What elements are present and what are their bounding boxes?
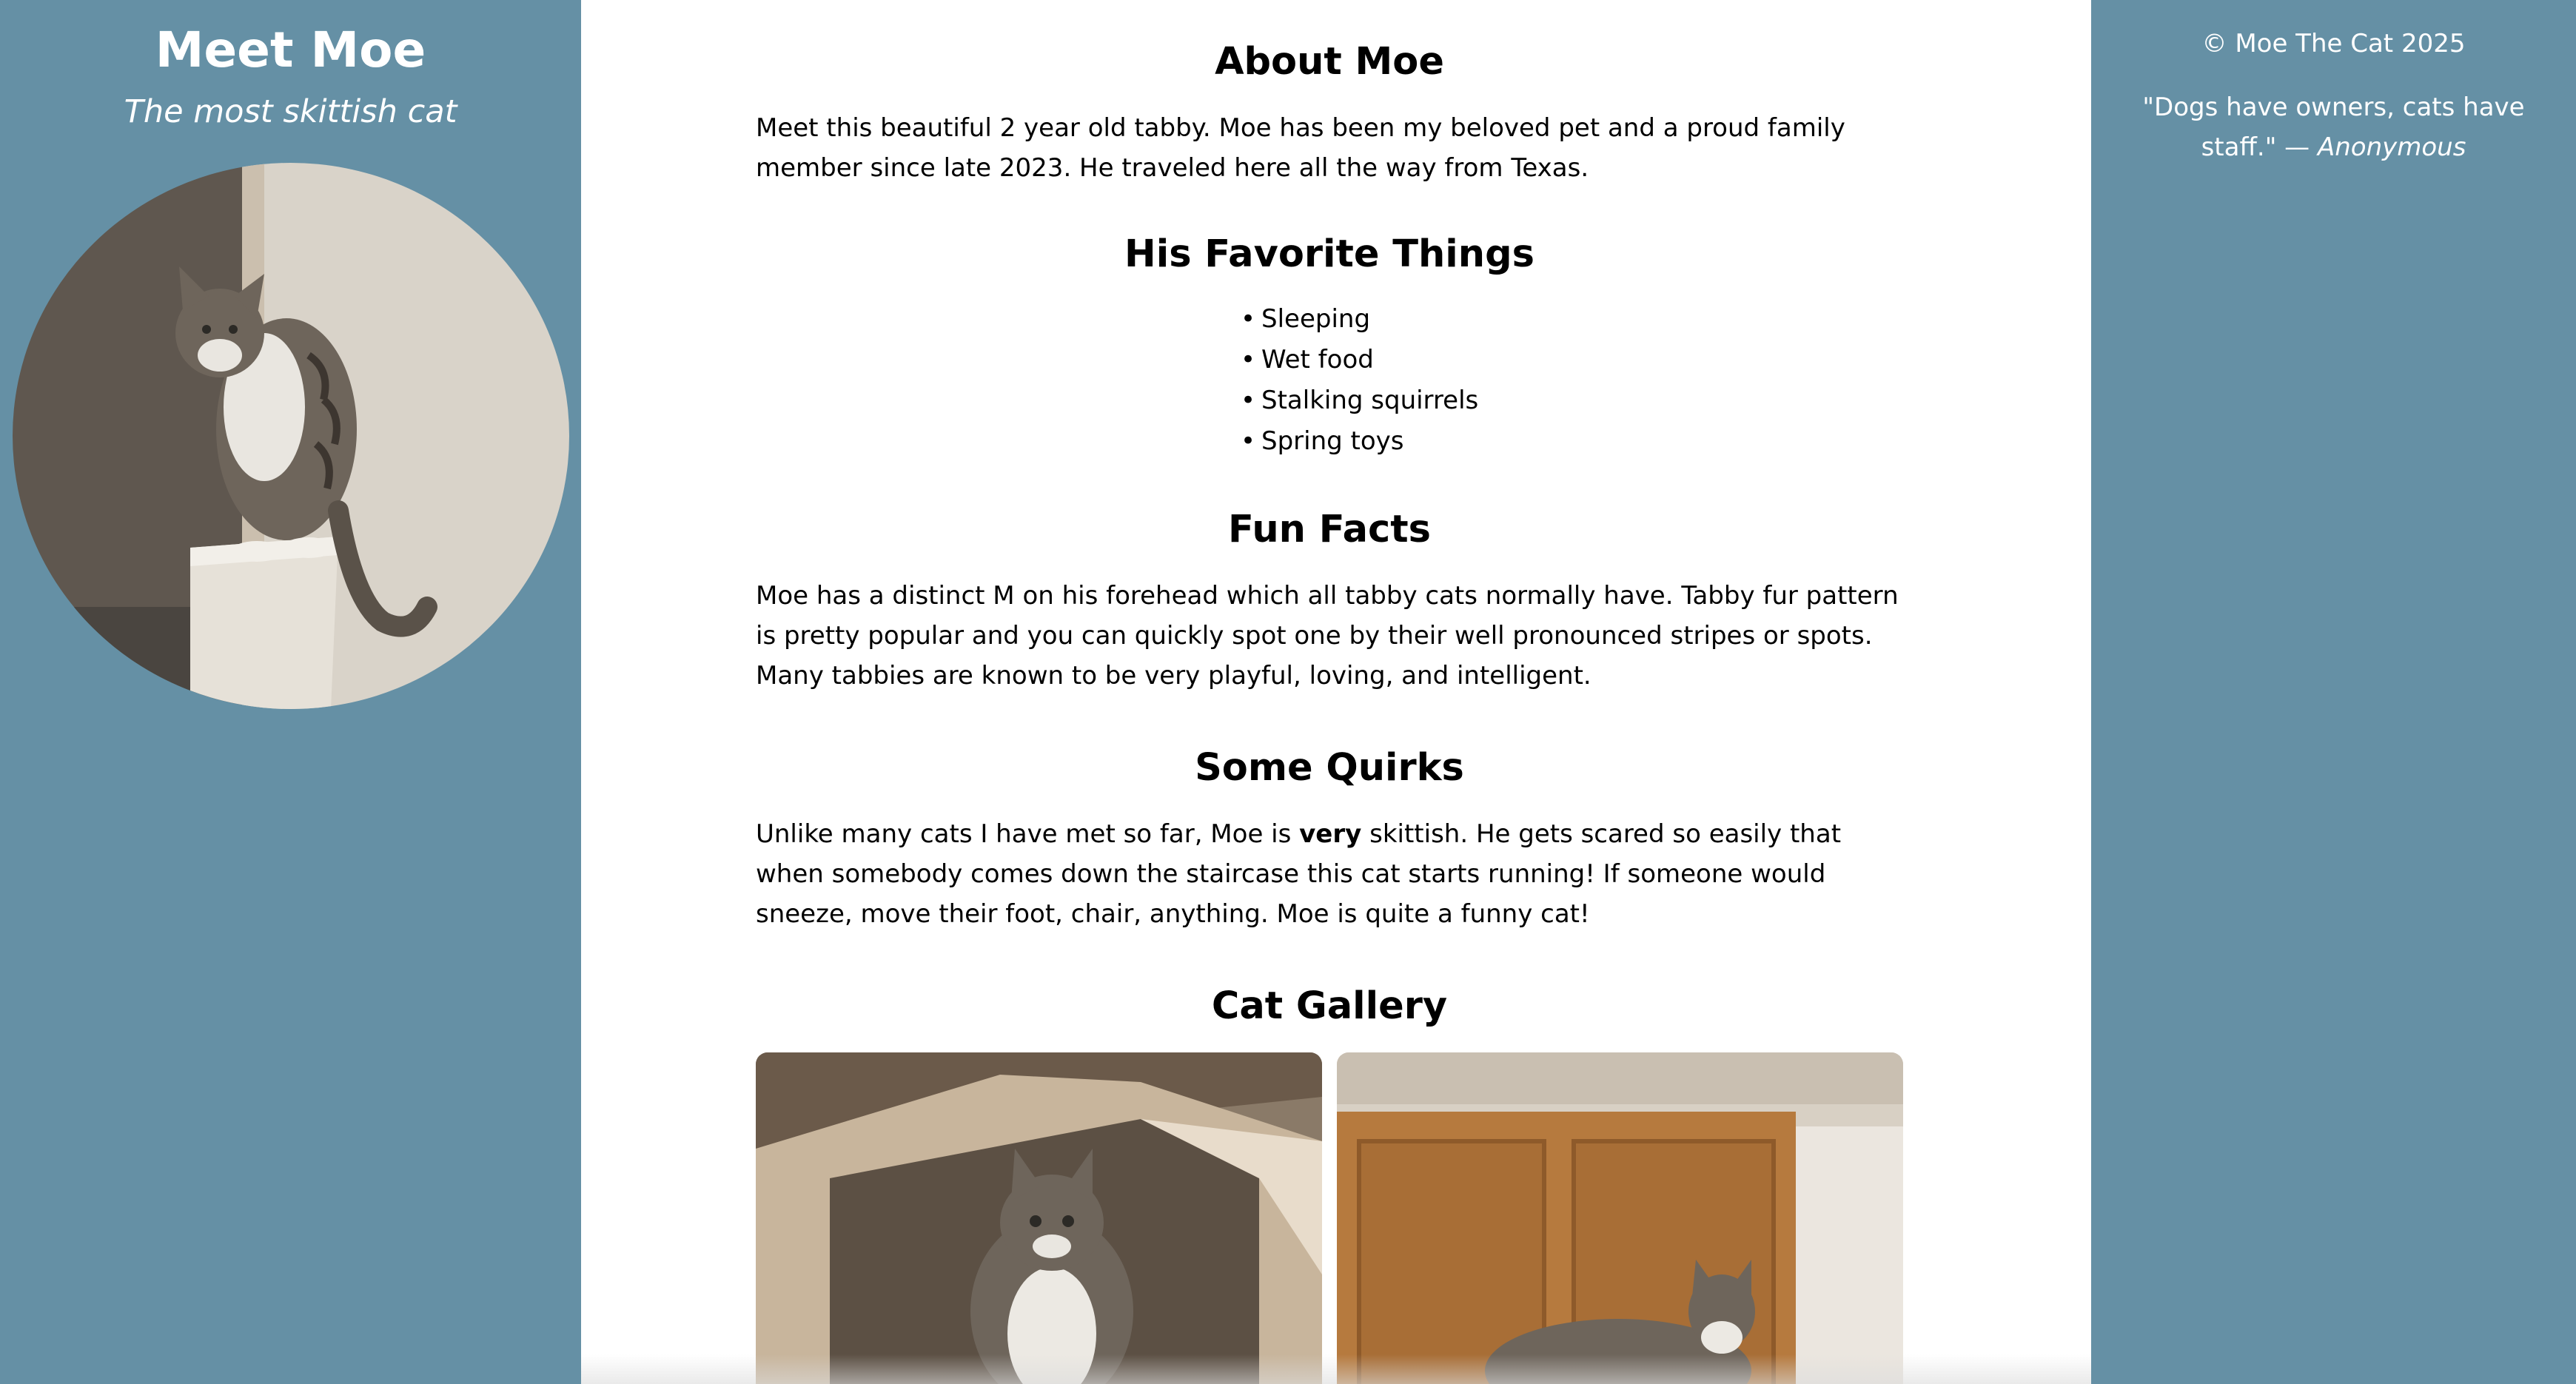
main-content: About Moe Meet this beautiful 2 year old… (581, 0, 2091, 1384)
quirks-heading: Some Quirks (1195, 746, 1464, 790)
cat-photo-illustration (12, 163, 569, 709)
list-item: Sleeping (1241, 299, 1370, 340)
site-subtitle: The most skittish cat (124, 93, 457, 130)
quirks-text-bold: very (1299, 819, 1362, 849)
quirks-text-start: Unlike many cats I have met so far, Moe … (756, 819, 1300, 849)
about-heading: About Moe (1215, 40, 1444, 84)
quote-author: Anonymous (2317, 132, 2466, 162)
copyright-text: © Moe The Cat 2025 (2201, 29, 2466, 58)
list-item: Stalking squirrels (1241, 380, 1478, 421)
cat-gallery (756, 1052, 1903, 1384)
left-sidebar: Meet Moe The most skittish cat (0, 0, 581, 1384)
list-item: Wet food (1241, 340, 1374, 380)
scroll-fade (581, 1354, 2091, 1384)
quirks-text: Unlike many cats I have met so far, Moe … (756, 814, 1903, 934)
favorites-list: Sleeping Wet food Stalking squirrels Spr… (756, 299, 1903, 462)
fun-facts-heading: Fun Facts (1228, 508, 1431, 551)
quote: "Dogs have owners, cats have staff." — A… (2121, 87, 2546, 167)
favorites-heading: His Favorite Things (1124, 232, 1534, 276)
right-sidebar: © Moe The Cat 2025 "Dogs have owners, ca… (2091, 0, 2576, 1384)
profile-photo (12, 163, 569, 709)
about-text: Meet this beautiful 2 year old tabby. Mo… (756, 113, 1845, 183)
list-item: Spring toys (1241, 421, 1404, 462)
gallery-photo-box (756, 1052, 1322, 1384)
page: Meet Moe The most skittish cat About Moe… (0, 0, 2576, 1384)
gallery-heading: Cat Gallery (1211, 984, 1448, 1028)
fun-facts-text: Moe has a distinct M on his forehead whi… (756, 581, 1899, 691)
site-title: Meet Moe (155, 21, 426, 78)
gallery-photo-cabinet (1337, 1052, 1903, 1384)
